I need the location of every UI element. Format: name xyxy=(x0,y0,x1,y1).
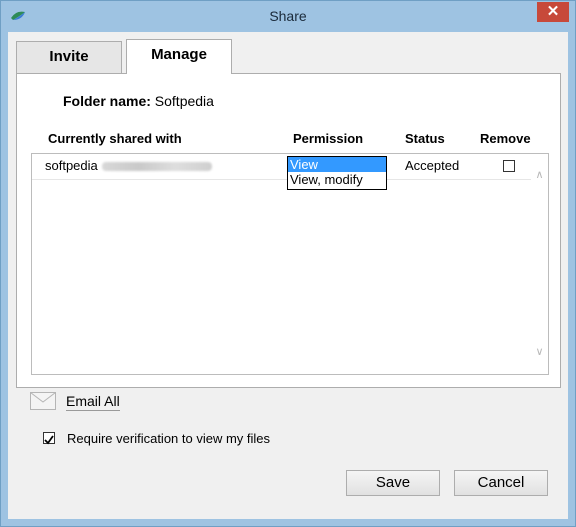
shared-user-name: softpedia xyxy=(45,158,98,173)
column-header-shared-with: Currently shared with xyxy=(48,131,182,146)
redacted-email xyxy=(101,162,212,172)
close-button[interactable]: ✕ xyxy=(537,2,569,22)
remove-checkbox[interactable] xyxy=(503,160,515,172)
close-icon: ✕ xyxy=(546,3,560,20)
chevron-up-icon[interactable]: ∧ xyxy=(534,170,545,181)
window-title: Share xyxy=(269,8,307,24)
shared-user-cell: softpedia xyxy=(45,158,212,173)
list-scrollbar[interactable]: ∧ ∨ xyxy=(531,154,548,374)
cancel-button[interactable]: Cancel xyxy=(454,470,548,496)
folder-name-row: Folder name: Softpedia xyxy=(63,93,214,109)
envelope-icon xyxy=(30,392,56,410)
folder-name-label: Folder name: xyxy=(63,93,151,109)
tab-manage[interactable]: Manage xyxy=(126,39,232,74)
checkmark-icon xyxy=(44,435,54,445)
folder-name-value: Softpedia xyxy=(154,93,214,109)
shared-users-list[interactable]: softpedia View View, modify Accepted ∧ ∨ xyxy=(31,153,549,375)
column-header-status: Status xyxy=(405,131,445,146)
dialog-body: Invite Manage Folder name: Softpedia Cur… xyxy=(8,32,568,519)
tab-invite[interactable]: Invite xyxy=(16,41,122,73)
email-all-link[interactable]: Email All xyxy=(66,393,120,411)
permission-option-view-modify[interactable]: View, modify xyxy=(288,172,386,187)
verification-label: Require verification to view my files xyxy=(67,431,271,446)
permission-dropdown[interactable]: View View, modify xyxy=(287,156,387,190)
share-window: Share ✕ Invite Manage Folder name: Softp… xyxy=(0,0,576,527)
table-row[interactable]: softpedia View View, modify Accepted xyxy=(32,154,532,190)
save-button[interactable]: Save xyxy=(346,470,440,496)
verification-checkbox[interactable] xyxy=(43,432,55,445)
permission-option-view[interactable]: View xyxy=(288,157,386,172)
column-header-remove: Remove xyxy=(480,131,531,146)
manage-panel: Folder name: Softpedia Currently shared … xyxy=(16,73,561,388)
title-bar[interactable]: Share ✕ xyxy=(1,1,575,32)
status-cell: Accepted xyxy=(405,158,460,173)
chevron-down-icon[interactable]: ∨ xyxy=(534,347,545,358)
column-header-permission: Permission xyxy=(293,131,364,146)
